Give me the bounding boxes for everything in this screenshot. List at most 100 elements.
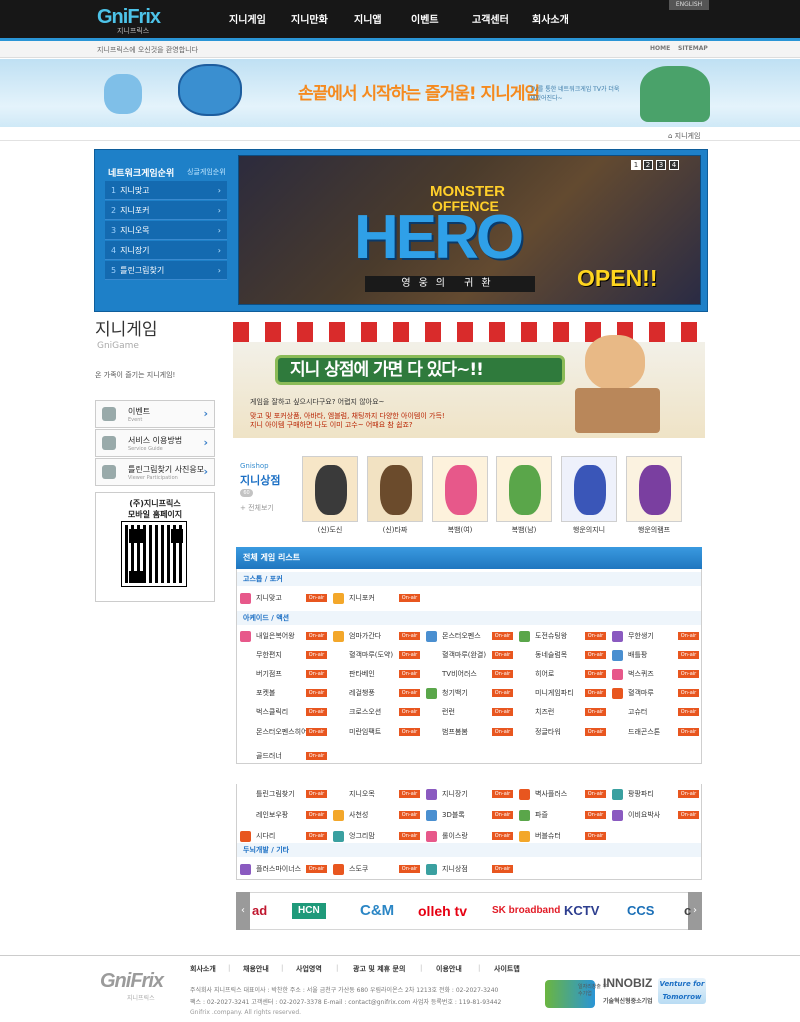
on-air-badge[interactable]: On-air (585, 708, 606, 716)
ranking-item[interactable]: 3 지니오목 › (105, 221, 227, 240)
game-item[interactable]: 동네슬럼목 On-air (519, 647, 607, 663)
on-air-badge[interactable]: On-air (399, 689, 420, 697)
game-item[interactable]: 정글타워 On-air (519, 724, 607, 740)
side-menu-guide[interactable]: 서비스 이용방법 Service Guide › (95, 429, 215, 457)
on-air-badge[interactable]: On-air (492, 670, 513, 678)
game-item[interactable]: 지니상점 On-air (426, 861, 514, 877)
game-item[interactable]: 버기점프 On-air (240, 666, 328, 682)
product-card[interactable] (561, 456, 617, 522)
on-air-badge[interactable]: On-air (492, 790, 513, 798)
on-air-badge[interactable]: On-air (306, 865, 327, 873)
product-card[interactable] (302, 456, 358, 522)
ranking-item[interactable]: 1 지니맞고 › (105, 181, 227, 200)
game-item[interactable]: 벽사플러스 On-air (519, 786, 607, 802)
nav-gniapp[interactable]: 지니앱 (354, 15, 382, 27)
side-menu-photo-entry[interactable]: 틀린그림찾기 사진응모 Viewer Participation › (95, 458, 215, 486)
game-item[interactable]: 엄마가간다 On-air (333, 628, 421, 644)
on-air-badge[interactable]: On-air (306, 811, 327, 819)
game-item[interactable]: 배틀팡 On-air (612, 647, 700, 663)
on-air-badge[interactable]: On-air (399, 708, 420, 716)
nav-company[interactable]: 회사소개 (532, 15, 569, 27)
on-air-badge[interactable]: On-air (678, 651, 699, 659)
game-item[interactable]: 레걸챙풍 On-air (333, 685, 421, 701)
game-item[interactable]: 지니장기 On-air (426, 786, 514, 802)
on-air-badge[interactable]: On-air (492, 832, 513, 840)
side-menu-event[interactable]: 이벤트 Event › (95, 400, 215, 428)
on-air-badge[interactable]: On-air (399, 790, 420, 798)
game-item[interactable]: 플러스마이너스 On-air (240, 861, 328, 877)
partner-logo[interactable]: c (684, 903, 691, 919)
game-item[interactable]: 엉그리맘 On-air (333, 828, 421, 844)
nav-gnigame[interactable]: 지니게임 (229, 15, 266, 27)
on-air-badge[interactable]: On-air (306, 790, 327, 798)
on-air-badge[interactable]: On-air (492, 811, 513, 819)
game-item[interactable]: 지니오목 On-air (333, 786, 421, 802)
game-item[interactable]: 혈객마루(완결) On-air (426, 647, 514, 663)
on-air-badge[interactable]: On-air (492, 865, 513, 873)
partner-logo[interactable]: KCTV (564, 903, 599, 919)
game-item[interactable]: 포켓볼 On-air (240, 685, 328, 701)
english-button[interactable]: ENGLISH (669, 0, 709, 10)
on-air-badge[interactable]: On-air (492, 651, 513, 659)
game-item[interactable]: 크로스오션 On-air (333, 704, 421, 720)
game-item[interactable]: 도전슈팅왕 On-air (519, 628, 607, 644)
game-item[interactable]: TV비어러스 On-air (426, 666, 514, 682)
product-card[interactable] (432, 456, 488, 522)
game-item[interactable]: 히어로 On-air (519, 666, 607, 682)
qr-code-icon[interactable] (121, 521, 187, 587)
game-item[interactable]: 범프봄봄 On-air (426, 724, 514, 740)
partner-logo[interactable]: CCS (627, 903, 654, 919)
on-air-badge[interactable]: On-air (306, 728, 327, 736)
game-item[interactable]: 고슈터 On-air (612, 704, 700, 720)
ranking-tab-single[interactable]: 싱글게임순위 (187, 167, 226, 177)
on-air-badge[interactable]: On-air (399, 670, 420, 678)
on-air-badge[interactable]: On-air (585, 811, 606, 819)
partner-logo[interactable]: ad (252, 903, 267, 919)
game-item[interactable]: 몬스터오펜스히어로 On-air (240, 724, 328, 740)
game-item[interactable]: 청기백기 On-air (426, 685, 514, 701)
on-air-badge[interactable]: On-air (678, 728, 699, 736)
ranking-item[interactable]: 5 틀린그림찾기 › (105, 261, 227, 280)
footer-link-business[interactable]: 사업영역 (296, 964, 322, 974)
product-card[interactable] (626, 456, 682, 522)
hero-page-1[interactable]: 1 (631, 160, 641, 170)
game-item[interactable]: 골드러너 On-air (240, 748, 328, 764)
on-air-badge[interactable]: On-air (399, 594, 420, 602)
on-air-badge[interactable]: On-air (306, 670, 327, 678)
game-item[interactable]: 지니맞고 On-air (240, 590, 328, 606)
nav-gnicomic[interactable]: 지니만화 (291, 15, 328, 27)
game-item[interactable]: 판타베인 On-air (333, 666, 421, 682)
footer-link-partnership[interactable]: 광고 및 제휴 문의 (353, 964, 405, 974)
partner-logo[interactable]: C&M (360, 903, 394, 919)
ranking-item[interactable]: 4 지니장기 › (105, 241, 227, 260)
on-air-badge[interactable]: On-air (399, 728, 420, 736)
on-air-badge[interactable]: On-air (678, 811, 699, 819)
hero-page-4[interactable]: 4 (669, 160, 679, 170)
on-air-badge[interactable]: On-air (399, 651, 420, 659)
on-air-badge[interactable]: On-air (306, 832, 327, 840)
on-air-badge[interactable]: On-air (306, 594, 327, 602)
game-item[interactable]: 내일은복어왕 On-air (240, 628, 328, 644)
hero-page-3[interactable]: 3 (656, 160, 666, 170)
game-item[interactable]: 혈객마루(도약) On-air (333, 647, 421, 663)
on-air-badge[interactable]: On-air (306, 632, 327, 640)
on-air-badge[interactable]: On-air (399, 811, 420, 819)
on-air-badge[interactable]: On-air (678, 670, 699, 678)
partner-logo[interactable]: SK broadband (492, 903, 560, 919)
game-item[interactable]: 몬스터오펜스 On-air (426, 628, 514, 644)
game-item[interactable]: 버블슈터 On-air (519, 828, 607, 844)
game-item[interactable]: 레인보우팡 On-air (240, 807, 328, 823)
game-item[interactable]: 틀린그림찾기 On-air (240, 786, 328, 802)
on-air-badge[interactable]: On-air (585, 728, 606, 736)
on-air-badge[interactable]: On-air (678, 689, 699, 697)
game-item[interactable]: 치즈런 On-air (519, 704, 607, 720)
on-air-badge[interactable]: On-air (585, 670, 606, 678)
game-item[interactable]: 무한생기 On-air (612, 628, 700, 644)
game-item[interactable]: 무한편지 On-air (240, 647, 328, 663)
on-air-badge[interactable]: On-air (678, 708, 699, 716)
hero-page-2[interactable]: 2 (643, 160, 653, 170)
footer-link-guide[interactable]: 이용안내 (436, 964, 462, 974)
game-item[interactable]: 파즐 On-air (519, 807, 607, 823)
game-item[interactable]: 스도쿠 On-air (333, 861, 421, 877)
game-item[interactable]: 벅스퀴즈 On-air (612, 666, 700, 682)
